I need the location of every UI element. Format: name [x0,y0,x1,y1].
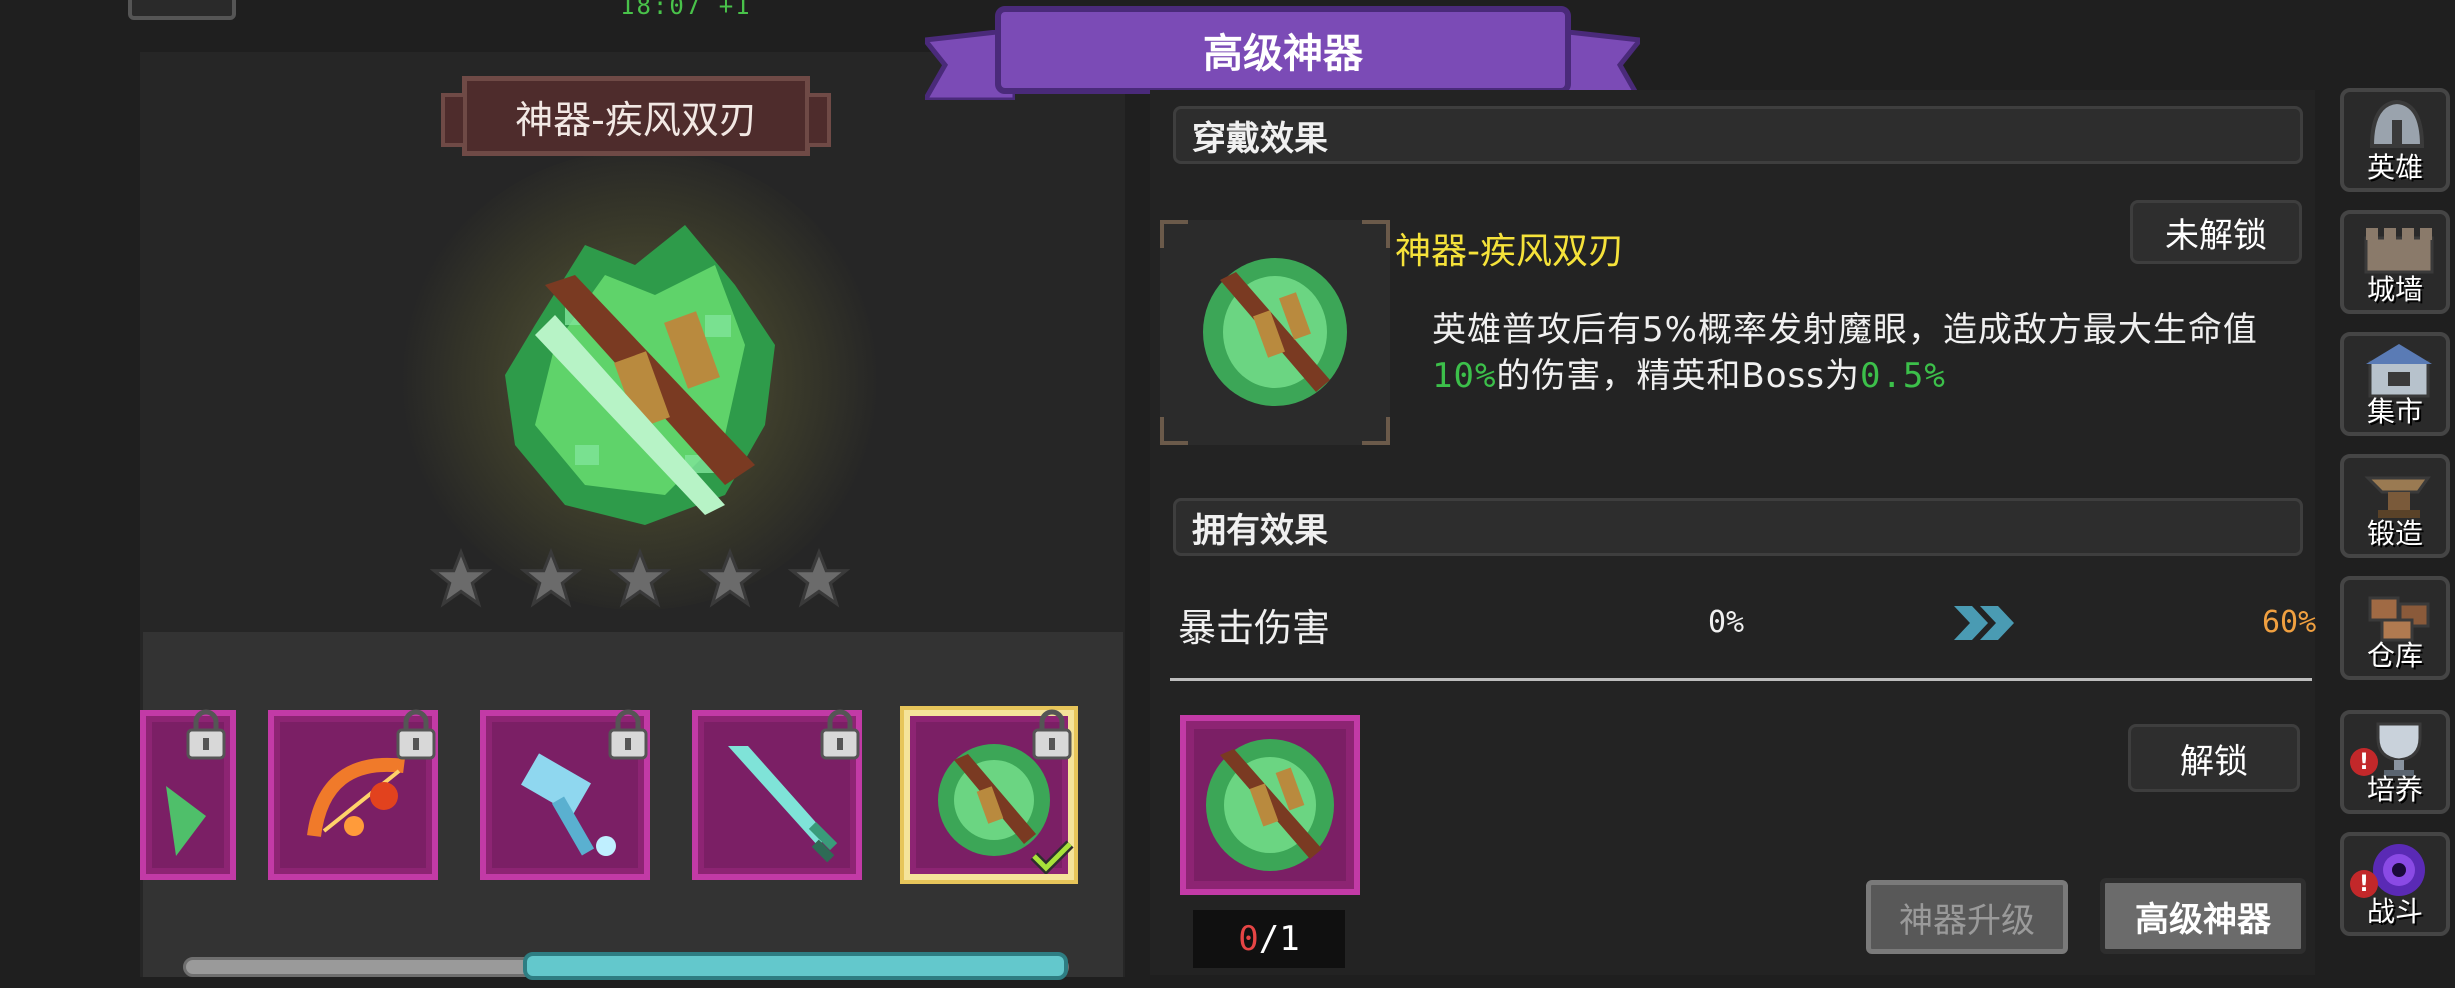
equipped-check-icon [1030,840,1074,874]
effect-description-line1: 英雄普攻后有5%概率发射魔眼，造成敌方最大生命值 [1432,310,2258,350]
effect-description-line2: 10%的伤害，精英和Boss为0.5% [1432,348,1946,397]
star-icon [430,548,492,608]
lock-icon [608,709,648,760]
stat-next-value: 60% [2262,605,2317,640]
artifact-name: 神器-疾风双刃 [515,97,757,142]
owned-effect-header: 拥有效果 [1173,498,2303,556]
twin-blades-green-flame-icon [1203,258,1347,406]
sidebar-item-label: 锻造 [2366,517,2423,550]
sidebar-item-label: 培养 [2366,773,2423,806]
star-icon [609,548,671,608]
effect-icon-frame [1160,220,1390,445]
advanced-artifact-label: 高级神器 [2135,899,2271,940]
sidebar-item-train[interactable]: ! 培养 [2340,710,2450,814]
star-icon [788,548,850,608]
locked-status-text: 未解锁 [2165,215,2267,256]
artifact-upgrade-button[interactable]: 神器升级 [1866,880,2068,954]
double-arrow-icon [1954,606,2014,640]
locked-status-badge: 未解锁 [2130,200,2302,264]
sidebar-item-wall[interactable]: 城墙 [2340,210,2450,314]
page-title: 高级神器 [995,6,1571,94]
star-icon [519,548,582,608]
sidebar-item-forge[interactable]: 锻造 [2340,454,2450,558]
time-readout: 18:07 +1 [620,0,752,20]
effect-name: 神器-疾风双刃 [1395,231,1624,272]
sidebar-item-market[interactable]: 集市 [2340,332,2450,436]
twin-blades-green-flame-icon [505,225,775,525]
star-icon [698,548,761,608]
lock-icon [186,709,226,760]
top-status-icon [128,0,236,20]
effect-value-elite: 0.5% [1859,356,1946,396]
sidebar-item-label: 城墙 [2366,273,2423,306]
star-rating [430,548,850,618]
sidebar-item-battle[interactable]: ! 战斗 [2340,832,2450,936]
unlock-button[interactable]: 解锁 [2128,724,2300,792]
lock-icon [1032,709,1072,760]
owned-count-separator: / [1258,919,1280,959]
stat-label: 暴击伤害 [1178,606,1331,650]
page-title-text: 高级神器 [1203,31,1363,77]
wear-effect-header: 穿戴效果 [1173,106,2303,164]
owned-count: 0/1 [1193,910,1345,968]
owned-artifact-slot[interactable] [1180,715,1360,895]
owned-effect-header-text: 拥有效果 [1192,510,1328,551]
sidebar-item-warehouse[interactable]: 仓库 [2340,576,2450,680]
unlock-button-label: 解锁 [2180,741,2248,782]
sidebar-item-label: 仓库 [2366,639,2423,672]
sidebar-item-hero[interactable]: 英雄 [2340,88,2450,192]
lock-icon [820,709,860,760]
stat-current-value: 0% [1708,605,1745,640]
advanced-artifact-button[interactable]: 高级神器 [2100,878,2306,954]
lock-icon [396,709,436,760]
green-item-icon [166,786,206,856]
section-divider [1170,678,2312,681]
effect-value-normal: 10% [1432,356,1497,396]
owned-count-current: 0 [1238,919,1259,959]
sidebar-item-label: 集市 [2366,395,2423,428]
artifact-upgrade-label: 神器升级 [1899,900,2035,941]
wear-effect-header-text: 穿戴效果 [1192,118,1328,159]
gallery-scroll-thumb[interactable] [523,952,1068,980]
sidebar-item-label: 英雄 [2366,151,2423,184]
twin-blades-green-flame-icon [1194,729,1346,881]
sidebar-item-label: 战斗 [2366,895,2423,928]
effect-description-mid: 的伤害，精英和Boss为 [1496,356,1860,396]
artifact-name-banner: 神器-疾风双刃 [441,76,831,156]
owned-count-required: 1 [1279,919,1300,959]
